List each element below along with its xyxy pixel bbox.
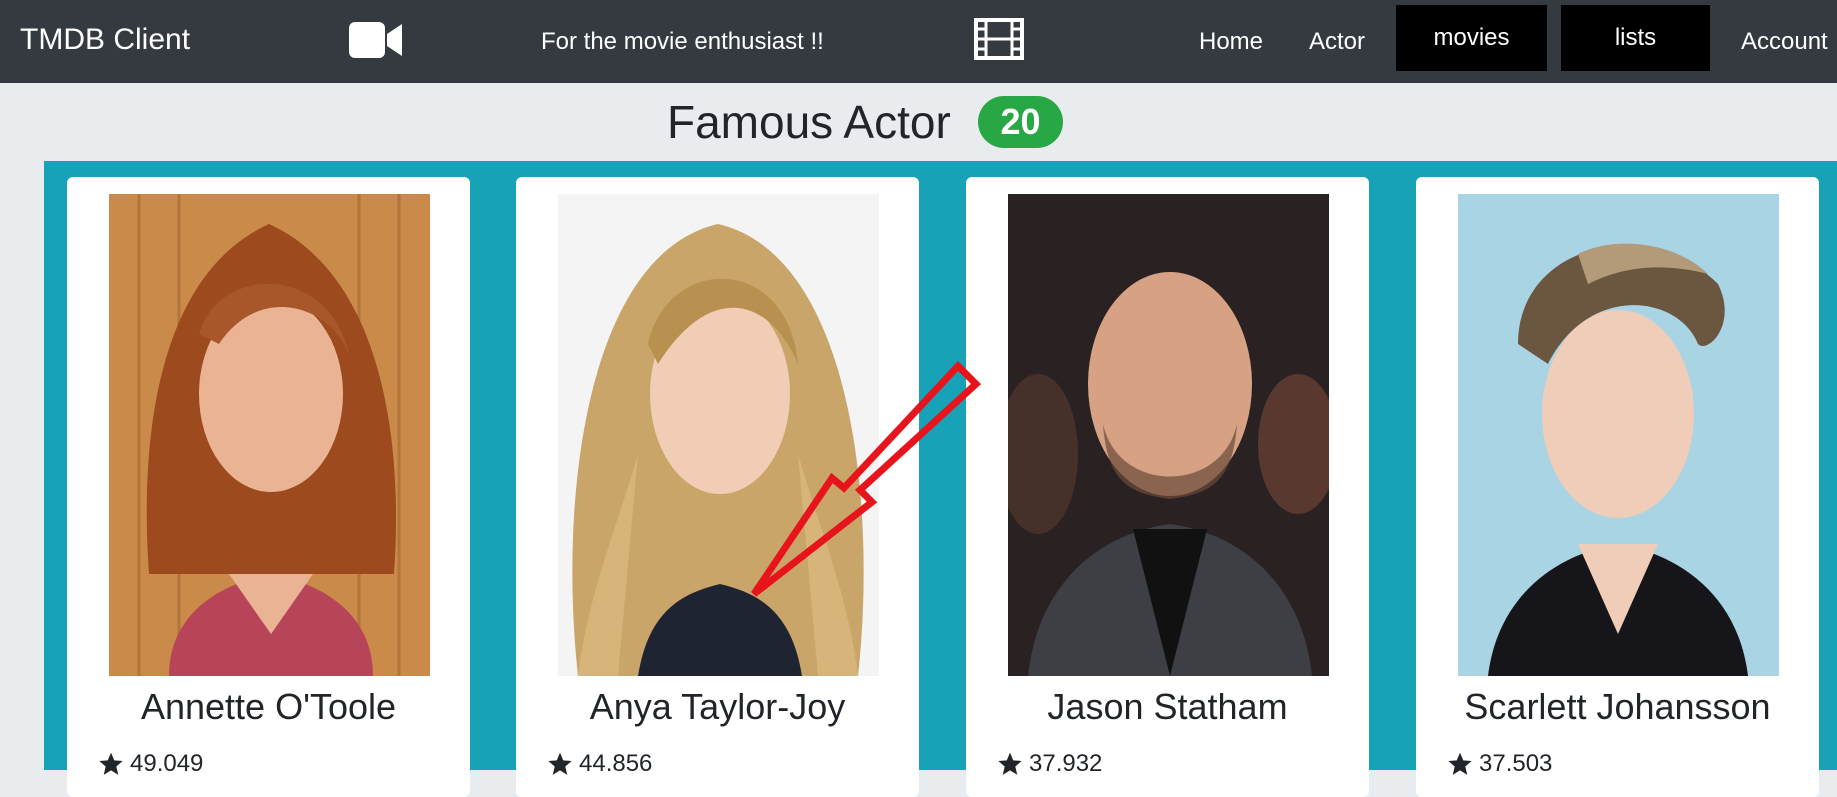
nav-lists-button[interactable]: lists bbox=[1561, 5, 1710, 71]
actor-rating: 44.856 bbox=[547, 749, 652, 779]
star-icon bbox=[99, 752, 123, 775]
actor-photo[interactable] bbox=[109, 194, 430, 676]
rating-value: 37.932 bbox=[1029, 750, 1103, 777]
actor-card[interactable]: Scarlett Johansson 37.503 bbox=[1416, 177, 1819, 797]
video-camera-icon bbox=[348, 20, 404, 65]
star-icon bbox=[998, 752, 1022, 775]
actor-card[interactable]: Jason Statham 37.932 bbox=[966, 177, 1369, 797]
actor-photo[interactable] bbox=[1458, 194, 1779, 676]
actor-name[interactable]: Anya Taylor-Joy bbox=[516, 685, 919, 729]
nav-actor-link[interactable]: Actor bbox=[1309, 27, 1365, 57]
actor-name[interactable]: Jason Statham bbox=[966, 685, 1369, 729]
page-title: Famous Actor bbox=[667, 96, 951, 148]
rating-value: 44.856 bbox=[579, 750, 653, 777]
brand-link[interactable]: TMDB Client bbox=[20, 22, 190, 58]
nav-account-link[interactable]: Account bbox=[1741, 27, 1828, 57]
actor-rating: 49.049 bbox=[98, 749, 203, 779]
nav-movies-button[interactable]: movies bbox=[1396, 5, 1547, 71]
actor-rating: 37.932 bbox=[997, 749, 1102, 779]
film-strip-icon bbox=[974, 18, 1024, 65]
actor-photo[interactable] bbox=[1008, 194, 1329, 676]
actor-name[interactable]: Scarlett Johansson bbox=[1416, 685, 1819, 729]
actor-card[interactable]: Annette O'Toole 49.049 bbox=[67, 177, 470, 797]
rating-value: 37.503 bbox=[1479, 750, 1553, 777]
rating-value: 49.049 bbox=[130, 750, 204, 777]
actor-card[interactable]: Anya Taylor-Joy 44.856 bbox=[516, 177, 919, 797]
navbar: TMDB Client For the movie enthusiast !! … bbox=[0, 0, 1837, 83]
tagline: For the movie enthusiast !! bbox=[541, 28, 824, 55]
actor-count-badge: 20 bbox=[978, 96, 1063, 148]
actor-rating: 37.503 bbox=[1447, 749, 1552, 779]
nav-home-link[interactable]: Home bbox=[1199, 27, 1263, 57]
star-icon bbox=[548, 752, 572, 775]
star-icon bbox=[1448, 752, 1472, 775]
actor-grid: Annette O'Toole 49.049 Anya Taylor-Joy 4… bbox=[44, 161, 1837, 797]
actor-photo[interactable] bbox=[558, 194, 879, 676]
actor-name[interactable]: Annette O'Toole bbox=[67, 685, 470, 729]
